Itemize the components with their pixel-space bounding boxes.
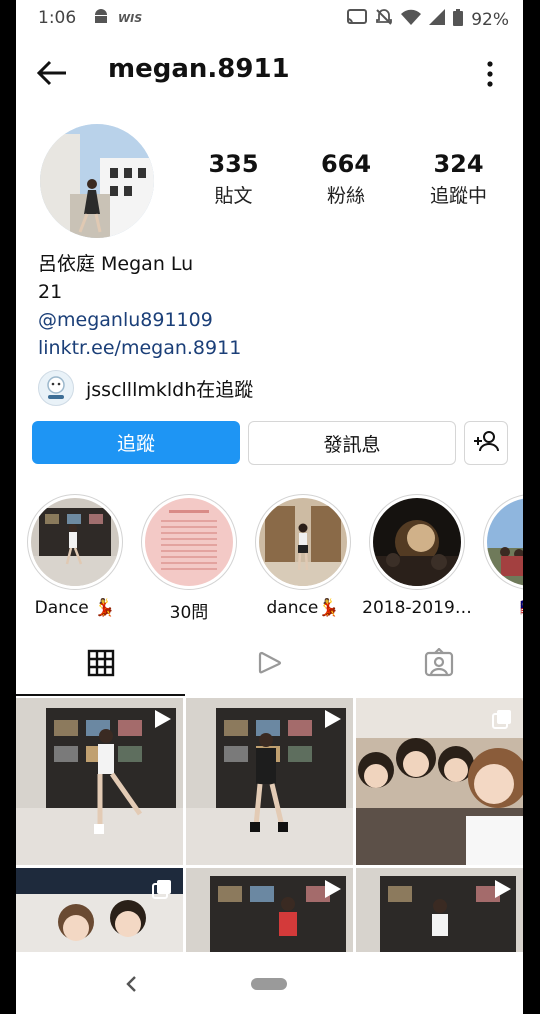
video-icon	[321, 708, 343, 734]
highlight-item[interactable]: dance💃	[248, 494, 358, 618]
signal-icon	[429, 9, 446, 30]
video-icon	[151, 708, 173, 734]
wifi-icon	[401, 9, 422, 30]
stat-following[interactable]: 324 追蹤中	[411, 150, 506, 208]
carousel-icon	[151, 878, 173, 904]
profile-username: megan.8911	[108, 54, 290, 84]
more-options-icon[interactable]	[485, 60, 495, 88]
stat-label: 貼文	[214, 185, 253, 207]
profile-avatar[interactable]	[40, 124, 154, 238]
grid-icon	[87, 649, 115, 681]
cast-icon	[347, 9, 368, 30]
highlight-cover	[373, 498, 461, 586]
grid-post[interactable]	[356, 698, 523, 865]
grid-post[interactable]	[186, 868, 353, 952]
stat-value: 335	[208, 150, 259, 178]
stat-posts[interactable]: 335 貼文	[186, 150, 281, 208]
highlight-cover	[259, 498, 347, 586]
followed-by[interactable]: jssclllmkldh在追蹤	[38, 370, 253, 406]
suggest-users-button[interactable]	[464, 421, 508, 465]
website-link[interactable]: linktr.ee/megan.8911	[38, 334, 241, 362]
stat-value: 664	[320, 150, 372, 178]
status-bar: 1:06 WIS 92%	[16, 0, 523, 36]
highlight-item[interactable]: 2018-2019…	[362, 494, 472, 618]
highlight-item[interactable]: 🇲🇾	[476, 494, 523, 618]
followed-by-text: jssclllmkldh在追蹤	[86, 378, 254, 401]
nav-back-icon[interactable]	[124, 974, 138, 998]
status-time: 1:06	[38, 8, 77, 28]
battery-percent: 92%	[471, 9, 509, 30]
grid-post[interactable]	[16, 868, 183, 952]
stat-label: 粉絲	[326, 185, 365, 207]
highlight-label: 🇲🇾	[476, 598, 523, 618]
follow-button[interactable]: 追蹤	[32, 421, 240, 464]
story-highlights: Dance 💃 30問 dance💃 2018-2019…	[16, 494, 523, 623]
grid-post[interactable]	[356, 868, 523, 952]
video-icon	[491, 878, 513, 904]
top-bar: megan.8911	[16, 36, 523, 108]
play-icon	[256, 649, 284, 681]
back-arrow-icon[interactable]	[36, 56, 70, 90]
tagged-person-icon	[424, 647, 454, 682]
profile-tabs	[16, 636, 523, 696]
stat-label: 追蹤中	[429, 185, 487, 207]
highlight-item[interactable]: Dance 💃	[20, 494, 130, 618]
follower-avatar	[38, 370, 74, 406]
highlight-cover	[145, 498, 233, 586]
home-gesture-pill[interactable]	[251, 978, 287, 990]
highlight-item[interactable]: 30問	[134, 494, 244, 623]
tab-tagged[interactable]	[354, 636, 523, 694]
highlight-label: dance💃	[266, 598, 340, 618]
video-icon	[321, 878, 343, 904]
profile-stats: 335 貼文 664 粉絲 324 追蹤中	[186, 150, 506, 208]
highlight-cover	[31, 498, 119, 586]
carrier-icon: WIS	[118, 12, 143, 25]
highlight-label: 30問	[169, 603, 209, 623]
android-icon	[92, 8, 110, 29]
stat-value: 324	[433, 150, 484, 178]
stat-followers[interactable]: 664 粉絲	[299, 150, 394, 208]
bio-text: 21	[38, 281, 63, 303]
carousel-icon	[491, 708, 513, 734]
battery-icon	[453, 8, 464, 31]
profile-bio: 呂依庭 Megan Lu 21 @meganlu891109 linktr.ee…	[38, 250, 241, 362]
mute-icon	[375, 8, 393, 31]
highlight-cover	[487, 498, 523, 586]
tab-grid[interactable]	[16, 636, 185, 696]
message-button[interactable]: 發訊息	[248, 421, 456, 465]
system-nav-bar	[16, 952, 523, 1014]
tab-videos[interactable]	[185, 636, 354, 694]
grid-post[interactable]	[16, 698, 183, 865]
phone-screen: 1:06 WIS 92% megan.8911 335 貼文 664 粉絲 32…	[16, 0, 523, 1014]
full-name: 呂依庭 Megan Lu	[38, 253, 194, 275]
highlight-label: 2018-2019…	[362, 598, 472, 618]
add-user-icon	[473, 430, 499, 456]
grid-post[interactable]	[186, 698, 353, 865]
post-grid	[16, 698, 523, 958]
mention-link[interactable]: @meganlu891109	[38, 306, 241, 334]
highlight-label: Dance 💃	[34, 598, 116, 618]
